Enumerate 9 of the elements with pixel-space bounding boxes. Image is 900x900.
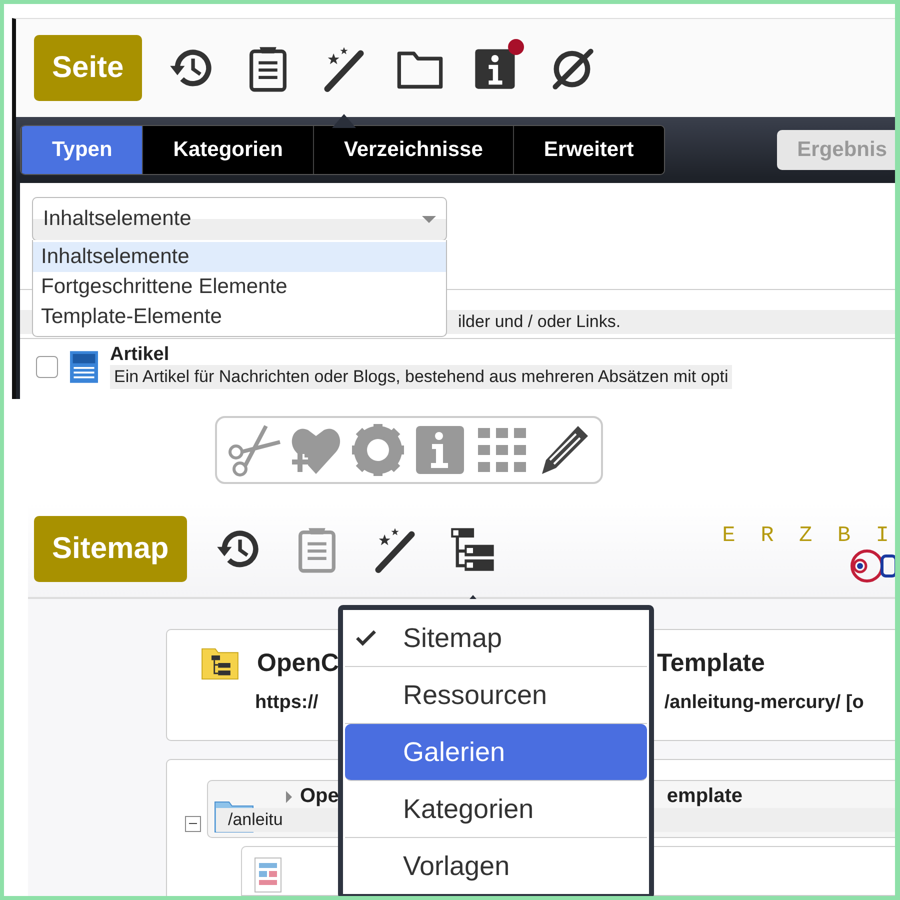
site-title: OpenC bbox=[257, 648, 339, 678]
logo-text: E R Z B I bbox=[722, 523, 895, 548]
site-url: /anleitung-mercury/ [o bbox=[664, 692, 864, 714]
node-title: Ope bbox=[300, 785, 339, 808]
site-title: Template bbox=[656, 648, 765, 678]
node-title: emplate bbox=[666, 785, 742, 808]
description-text: Ein Artikel für Nachrichten oder Blogs, bestehend aus mehreren Absätzen mit opti bbox=[110, 365, 732, 389]
site-url: https:// bbox=[255, 692, 318, 714]
element-title: Artikel bbox=[110, 345, 170, 365]
